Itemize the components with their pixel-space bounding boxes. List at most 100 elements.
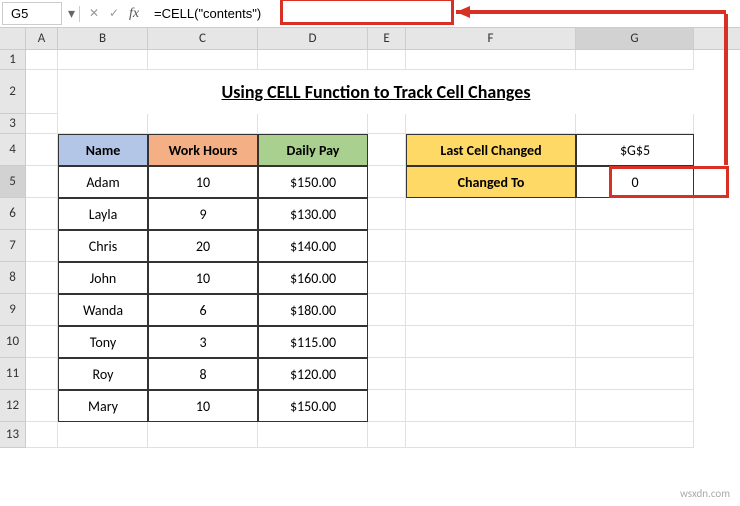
cell[interactable] bbox=[368, 134, 406, 166]
column-header-f[interactable]: F bbox=[406, 28, 576, 49]
name-box[interactable] bbox=[2, 2, 62, 25]
row-header-8[interactable]: 8 bbox=[0, 262, 25, 294]
track-changed-value[interactable]: 0 bbox=[576, 166, 694, 198]
row-header-13[interactable]: 13 bbox=[0, 422, 25, 448]
cell[interactable] bbox=[26, 114, 58, 134]
data-name[interactable]: Roy bbox=[58, 358, 148, 390]
cell[interactable] bbox=[406, 422, 576, 448]
track-changed-label[interactable]: Changed To bbox=[406, 166, 576, 198]
column-header-b[interactable]: B bbox=[58, 28, 148, 49]
header-pay[interactable]: Daily Pay bbox=[258, 134, 368, 166]
header-name[interactable]: Name bbox=[58, 134, 148, 166]
header-hours[interactable]: Work Hours bbox=[148, 134, 258, 166]
column-header-g[interactable]: G bbox=[576, 28, 694, 49]
cell[interactable] bbox=[258, 114, 368, 134]
cell[interactable] bbox=[406, 358, 576, 390]
cell[interactable] bbox=[26, 134, 58, 166]
cell[interactable] bbox=[406, 294, 576, 326]
cell[interactable] bbox=[58, 50, 148, 70]
cell[interactable] bbox=[406, 114, 576, 134]
cell[interactable] bbox=[148, 50, 258, 70]
cell[interactable] bbox=[406, 326, 576, 358]
data-pay[interactable]: $180.00 bbox=[258, 294, 368, 326]
data-hours[interactable]: 3 bbox=[148, 326, 258, 358]
cells-area[interactable]: Using CELL Function to Track Cell Change… bbox=[26, 50, 740, 448]
data-pay[interactable]: $150.00 bbox=[258, 390, 368, 422]
cell[interactable] bbox=[148, 422, 258, 448]
cell[interactable] bbox=[406, 198, 576, 230]
cell[interactable] bbox=[368, 422, 406, 448]
data-hours[interactable]: 10 bbox=[148, 166, 258, 198]
cell[interactable] bbox=[26, 198, 58, 230]
column-header-e[interactable]: E bbox=[368, 28, 406, 49]
cell[interactable] bbox=[406, 262, 576, 294]
cell[interactable] bbox=[58, 422, 148, 448]
cell[interactable] bbox=[26, 262, 58, 294]
data-pay[interactable]: $115.00 bbox=[258, 326, 368, 358]
enter-icon[interactable]: ✓ bbox=[104, 6, 124, 21]
data-name[interactable]: Chris bbox=[58, 230, 148, 262]
cell[interactable] bbox=[26, 50, 58, 70]
cell[interactable] bbox=[258, 422, 368, 448]
cell[interactable] bbox=[58, 114, 148, 134]
row-header-12[interactable]: 12 bbox=[0, 390, 25, 422]
cell[interactable] bbox=[368, 166, 406, 198]
cell[interactable] bbox=[368, 326, 406, 358]
data-hours[interactable]: 8 bbox=[148, 358, 258, 390]
data-hours[interactable]: 20 bbox=[148, 230, 258, 262]
column-header-a[interactable]: A bbox=[26, 28, 58, 49]
data-pay[interactable]: $130.00 bbox=[258, 198, 368, 230]
data-name[interactable]: Mary bbox=[58, 390, 148, 422]
cell[interactable] bbox=[406, 50, 576, 70]
track-last-label[interactable]: Last Cell Changed bbox=[406, 134, 576, 166]
data-hours[interactable]: 10 bbox=[148, 262, 258, 294]
cell[interactable] bbox=[406, 230, 576, 262]
cell[interactable] bbox=[368, 390, 406, 422]
row-header-9[interactable]: 9 bbox=[0, 294, 25, 326]
row-header-11[interactable]: 11 bbox=[0, 358, 25, 390]
name-box-dropdown-icon[interactable]: ▾ bbox=[64, 5, 79, 22]
cell[interactable] bbox=[576, 326, 694, 358]
cell[interactable] bbox=[576, 390, 694, 422]
data-hours[interactable]: 6 bbox=[148, 294, 258, 326]
data-pay[interactable]: $150.00 bbox=[258, 166, 368, 198]
cell[interactable] bbox=[26, 70, 58, 114]
row-header-7[interactable]: 7 bbox=[0, 230, 25, 262]
cell[interactable] bbox=[26, 326, 58, 358]
cancel-icon[interactable]: ✕ bbox=[84, 6, 104, 21]
data-name[interactable]: John bbox=[58, 262, 148, 294]
cell[interactable] bbox=[148, 114, 258, 134]
data-hours[interactable]: 10 bbox=[148, 390, 258, 422]
cell[interactable] bbox=[26, 390, 58, 422]
cell[interactable] bbox=[368, 294, 406, 326]
cell[interactable] bbox=[576, 198, 694, 230]
cell[interactable] bbox=[576, 422, 694, 448]
cell[interactable] bbox=[368, 262, 406, 294]
cell[interactable] bbox=[368, 198, 406, 230]
cell[interactable] bbox=[368, 50, 406, 70]
data-pay[interactable]: $120.00 bbox=[258, 358, 368, 390]
cell[interactable] bbox=[26, 294, 58, 326]
row-header-10[interactable]: 10 bbox=[0, 326, 25, 358]
cell[interactable] bbox=[368, 230, 406, 262]
cell[interactable] bbox=[368, 114, 406, 134]
cell[interactable] bbox=[406, 390, 576, 422]
data-name[interactable]: Wanda bbox=[58, 294, 148, 326]
cell[interactable] bbox=[576, 294, 694, 326]
row-header-2[interactable]: 2 bbox=[0, 70, 25, 114]
data-pay[interactable]: $140.00 bbox=[258, 230, 368, 262]
cell[interactable] bbox=[26, 166, 58, 198]
cell[interactable] bbox=[576, 50, 694, 70]
cell[interactable] bbox=[576, 358, 694, 390]
row-header-5[interactable]: 5 bbox=[0, 166, 25, 198]
row-header-3[interactable]: 3 bbox=[0, 114, 25, 134]
fx-icon[interactable]: fx bbox=[124, 6, 144, 22]
formula-input[interactable] bbox=[154, 6, 734, 21]
cell[interactable] bbox=[26, 358, 58, 390]
cell[interactable] bbox=[576, 114, 694, 134]
data-name[interactable]: Adam bbox=[58, 166, 148, 198]
cell[interactable] bbox=[576, 230, 694, 262]
cell[interactable] bbox=[26, 230, 58, 262]
row-header-4[interactable]: 4 bbox=[0, 134, 25, 166]
cell[interactable] bbox=[26, 422, 58, 448]
